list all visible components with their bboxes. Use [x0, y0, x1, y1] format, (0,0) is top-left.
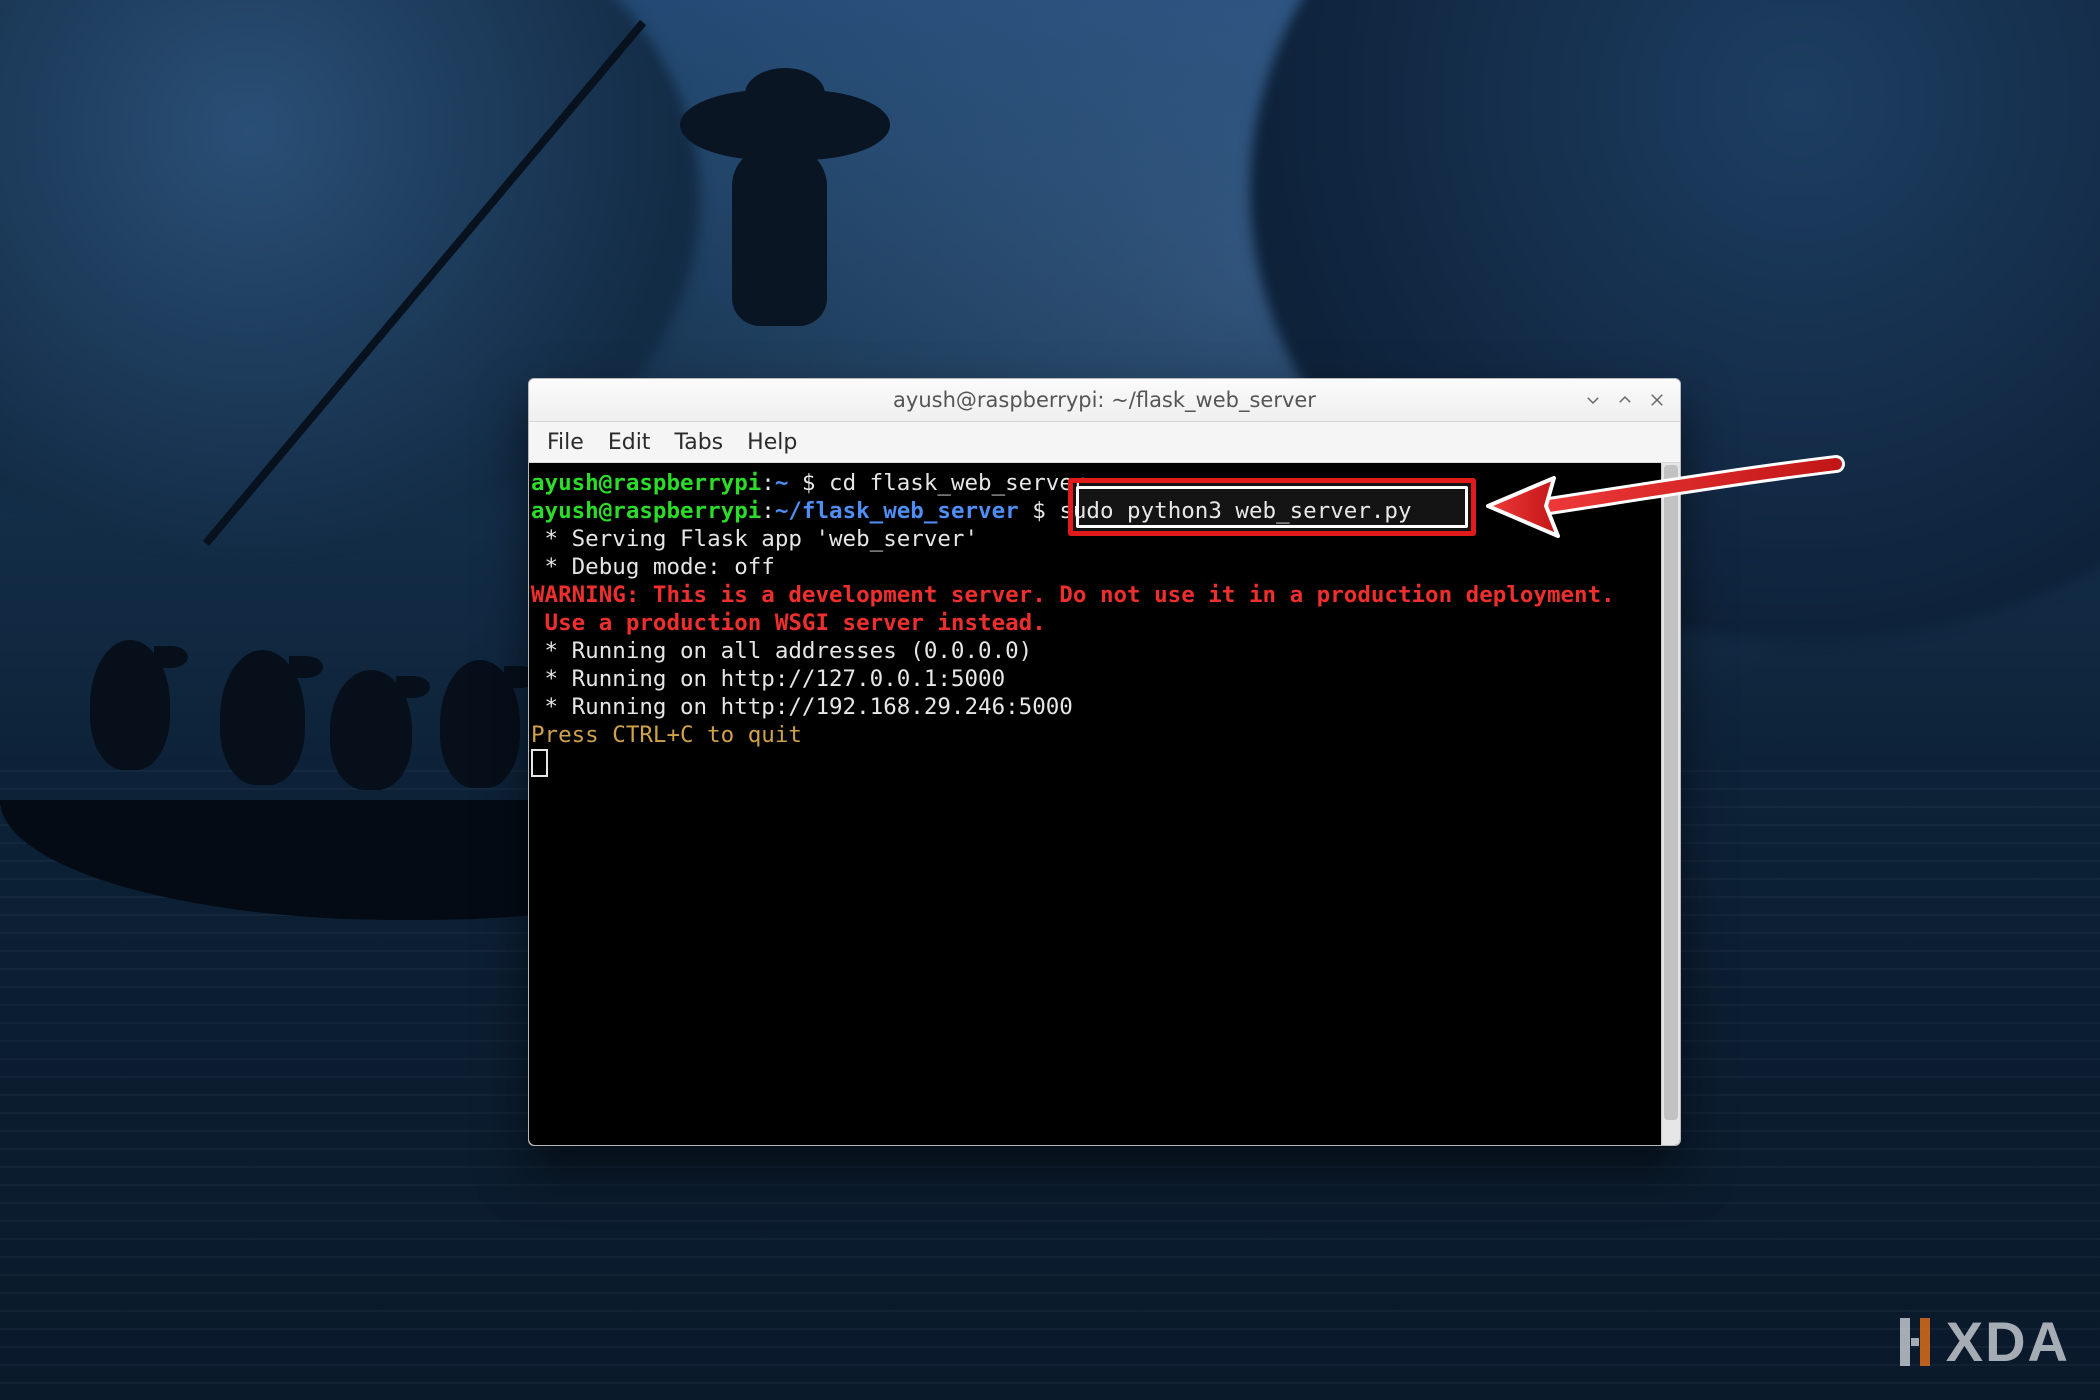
wallpaper-bird: [440, 660, 520, 788]
window-close-button[interactable]: [1642, 385, 1672, 415]
flask-address-line: * Running on http://192.168.29.246:5000: [531, 694, 1073, 720]
terminal-scrollbar[interactable]: [1661, 463, 1680, 1145]
wallpaper-bird: [220, 650, 305, 785]
flask-warning-line: WARNING: This is a development server. D…: [531, 582, 1615, 608]
flask-quit-line: Press CTRL+C to quit: [531, 722, 802, 748]
xda-watermark-text: XDA: [1946, 1309, 2070, 1374]
flask-debug-line: * Debug mode: off: [531, 554, 775, 580]
wallpaper-bird: [90, 640, 170, 770]
terminal-cursor: [531, 749, 548, 777]
window-minimize-button[interactable]: [1578, 385, 1608, 415]
menu-tabs[interactable]: Tabs: [662, 426, 735, 459]
menubar: File Edit Tabs Help: [529, 422, 1680, 463]
prompt-userhost: ayush@raspberrypi: [531, 498, 761, 524]
prompt-userhost: ayush@raspberrypi: [531, 470, 761, 496]
prompt-path: ~/flask_web_server: [775, 498, 1019, 524]
chevron-up-icon: [1616, 391, 1634, 409]
terminal-viewport[interactable]: ayush@raspberrypi:~ $ cd flask_web_serve…: [529, 463, 1680, 1145]
terminal-output[interactable]: ayush@raspberrypi:~ $ cd flask_web_serve…: [529, 463, 1662, 1145]
close-icon: [1648, 391, 1666, 409]
xda-watermark: XDA: [1894, 1309, 2070, 1374]
flask-address-line: * Running on http://127.0.0.1:5000: [531, 666, 1005, 692]
flask-address-line: * Running on all addresses (0.0.0.0): [531, 638, 1032, 664]
flask-serving-line: * Serving Flask app 'web_server': [531, 526, 978, 552]
wallpaper-bird: [330, 670, 412, 790]
command-run: sudo python3 web_server.py: [1059, 498, 1411, 524]
flask-warning-line: Use a production WSGI server instead.: [531, 610, 1046, 636]
scrollbar-thumb[interactable]: [1664, 465, 1678, 1120]
menu-help[interactable]: Help: [735, 426, 809, 459]
chevron-down-icon: [1584, 391, 1602, 409]
desktop-wallpaper: ayush@raspberrypi: ~/flask_web_server Fi…: [0, 0, 2100, 1400]
prompt-path: ~: [775, 470, 789, 496]
xda-logo-icon: [1894, 1314, 1936, 1370]
window-title: ayush@raspberrypi: ~/flask_web_server: [893, 388, 1316, 412]
window-maximize-button[interactable]: [1610, 385, 1640, 415]
terminal-window[interactable]: ayush@raspberrypi: ~/flask_web_server Fi…: [528, 378, 1681, 1146]
window-titlebar[interactable]: ayush@raspberrypi: ~/flask_web_server: [529, 379, 1680, 422]
menu-file[interactable]: File: [535, 426, 596, 459]
menu-edit[interactable]: Edit: [596, 426, 663, 459]
command-cd: cd flask_web_server: [829, 470, 1086, 496]
